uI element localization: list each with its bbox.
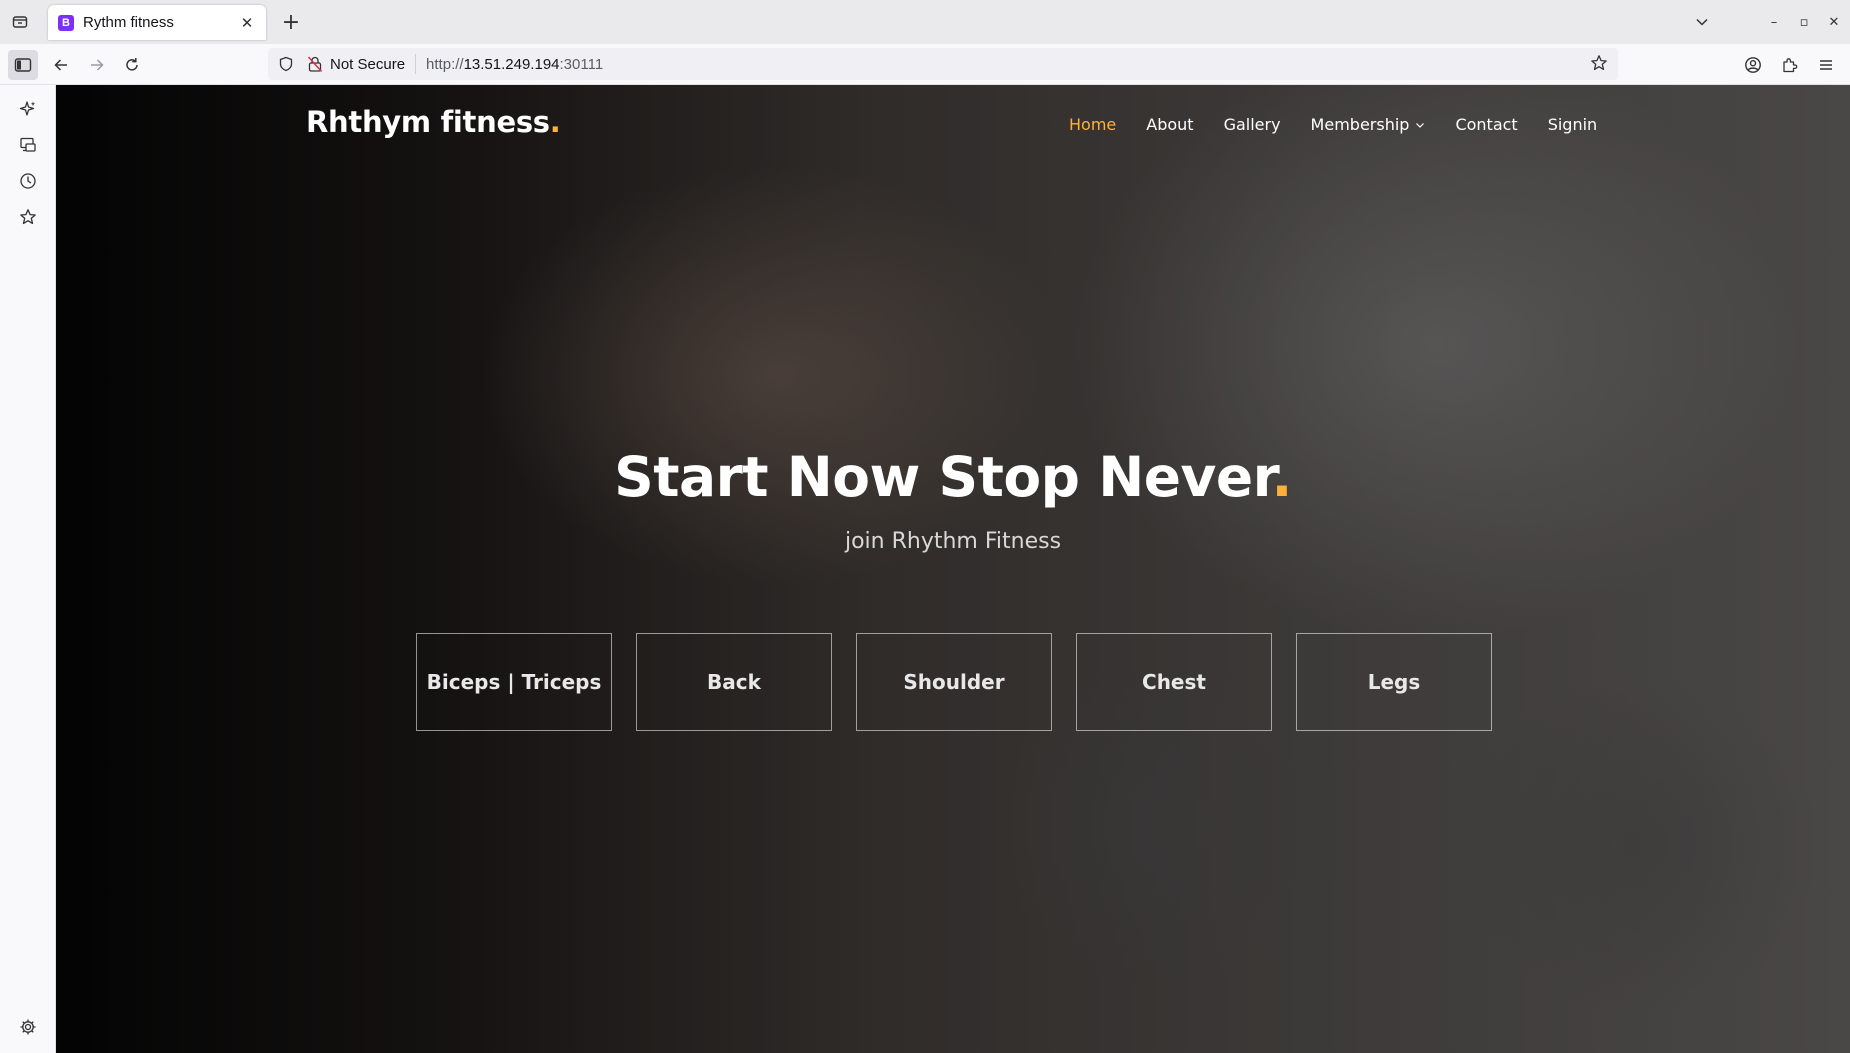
site-logo[interactable]: Rhthym fitness. bbox=[306, 105, 561, 139]
reload-icon[interactable] bbox=[117, 50, 147, 80]
favicon-icon: B bbox=[58, 14, 74, 31]
hero-background-image bbox=[56, 85, 1850, 1053]
chevron-down-icon bbox=[1415, 120, 1425, 130]
ai-sparkle-icon[interactable] bbox=[14, 95, 42, 123]
url-port: :30111 bbox=[559, 55, 604, 73]
nav-contact[interactable]: Contact bbox=[1455, 115, 1517, 134]
browser-sidebar bbox=[0, 85, 56, 1053]
url-host: 13.51.249.194 bbox=[463, 55, 560, 73]
shield-icon[interactable] bbox=[276, 54, 296, 74]
hero-subtitle: join Rhythm Fitness bbox=[844, 529, 1062, 554]
nav-gallery[interactable]: Gallery bbox=[1224, 115, 1281, 134]
category-biceps-triceps[interactable]: Biceps | Triceps bbox=[416, 633, 612, 731]
account-icon[interactable] bbox=[1738, 50, 1768, 80]
hero-title: Start Now Stop Never. bbox=[56, 445, 1850, 509]
nav-about[interactable]: About bbox=[1146, 115, 1193, 134]
chevron-down-icon[interactable] bbox=[1690, 10, 1714, 34]
star-icon[interactable] bbox=[1590, 54, 1610, 74]
arrow-right-icon[interactable] bbox=[82, 50, 112, 80]
category-shoulder[interactable]: Shoulder bbox=[856, 633, 1052, 731]
hero-title-text: Start Now Stop Never bbox=[614, 445, 1272, 509]
hamburger-icon[interactable] bbox=[1811, 50, 1841, 80]
tab-title: Rythm fitness bbox=[83, 14, 174, 31]
url-text[interactable]: http://13.51.249.194:30111 bbox=[426, 56, 603, 73]
tab-list-icon[interactable] bbox=[8, 10, 32, 34]
insecure-lock-icon[interactable] bbox=[306, 54, 324, 74]
category-back[interactable]: Back bbox=[636, 633, 832, 731]
nav-toolbar: Not Secure http://13.51.249.194:30111 bbox=[0, 44, 1850, 85]
brand-name: Rhthym fitness bbox=[306, 105, 550, 139]
history-icon[interactable] bbox=[14, 167, 42, 195]
hero-section: Rhthym fitness. Home About Gallery Membe… bbox=[56, 85, 1850, 1053]
gear-icon[interactable] bbox=[14, 1013, 42, 1041]
synced-tabs-icon[interactable] bbox=[14, 131, 42, 159]
url-scheme: http:// bbox=[426, 55, 464, 73]
bookmarks-star-icon[interactable] bbox=[14, 203, 42, 231]
category-legs[interactable]: Legs bbox=[1296, 633, 1492, 731]
workout-categories: Biceps | Triceps Back Shoulder Chest Leg… bbox=[416, 633, 1492, 731]
nav-membership-label: Membership bbox=[1310, 115, 1410, 134]
arrow-left-icon[interactable] bbox=[46, 50, 76, 80]
category-chest[interactable]: Chest bbox=[1076, 633, 1272, 731]
close-tab-icon[interactable]: ✕ bbox=[238, 14, 256, 32]
brand-dot: . bbox=[549, 105, 561, 139]
main-nav: Home About Gallery Membership Contact Si… bbox=[1069, 115, 1597, 134]
close-window-button[interactable]: ✕ bbox=[1824, 12, 1844, 32]
nav-membership[interactable]: Membership bbox=[1311, 115, 1426, 134]
puzzle-icon[interactable] bbox=[1775, 50, 1805, 80]
hero-title-dot: . bbox=[1271, 445, 1292, 509]
browser-tab[interactable]: B Rythm fitness ✕ bbox=[48, 5, 266, 40]
restore-button[interactable]: ▫ bbox=[1794, 12, 1814, 32]
new-tab-button[interactable]: + bbox=[278, 9, 304, 35]
nav-home[interactable]: Home bbox=[1069, 115, 1116, 134]
nav-signin[interactable]: Signin bbox=[1548, 115, 1597, 134]
url-divider bbox=[415, 54, 417, 74]
minimize-button[interactable]: – bbox=[1764, 12, 1784, 32]
security-label[interactable]: Not Secure bbox=[330, 56, 405, 73]
url-bar[interactable]: Not Secure http://13.51.249.194:30111 bbox=[268, 48, 1618, 80]
tab-strip: B Rythm fitness ✕ + – ▫ ✕ bbox=[0, 0, 1850, 44]
sidebar-icon[interactable] bbox=[8, 50, 38, 80]
